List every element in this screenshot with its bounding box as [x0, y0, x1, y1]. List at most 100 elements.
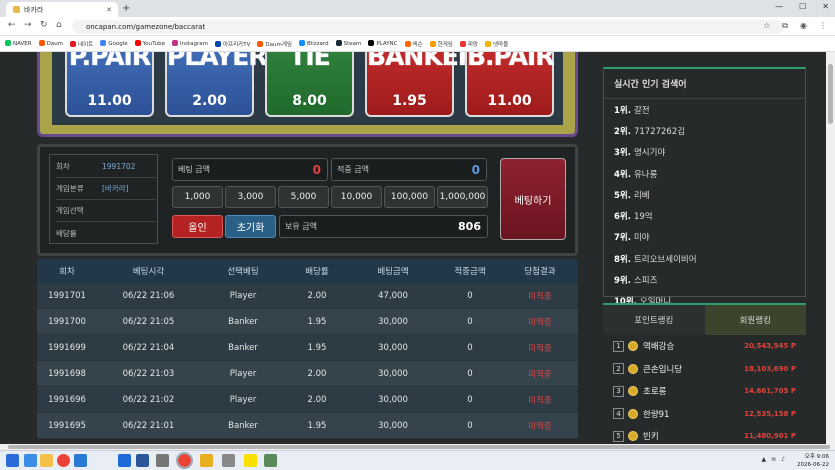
- table-cell: Player: [229, 368, 257, 379]
- ranking-row[interactable]: 4 한량91 12,535,158 P: [603, 403, 806, 426]
- chrome-icon[interactable]: [57, 454, 70, 467]
- scrollbar-thumb[interactable]: [8, 445, 830, 449]
- table-row[interactable]: 1991698 06/22 21:03 Player 2.00 30,000 0 미적중: [37, 361, 578, 387]
- popular-rank: 3위.: [614, 148, 631, 159]
- bet-tie[interactable]: TIE 8.00: [265, 52, 354, 117]
- bookmark-item[interactable]: 넷마블: [484, 40, 508, 48]
- popular-item[interactable]: 7위. 미야: [604, 227, 805, 248]
- new-tab-icon[interactable]: +: [122, 3, 130, 14]
- table-cell: 1991701: [48, 290, 86, 301]
- close-tab-icon[interactable]: ✕: [106, 6, 112, 14]
- bet-banker-pair[interactable]: B.PAIR 11.00: [465, 52, 554, 117]
- popular-item[interactable]: 3위. 명시기야: [604, 142, 805, 163]
- place-bet-button[interactable]: 베팅하기: [500, 158, 566, 240]
- chip-1000000-button[interactable]: 1,000,000: [437, 186, 488, 208]
- popular-item[interactable]: 9위. 스피즈: [604, 269, 805, 290]
- url-field[interactable]: oncapan.com/gamezone/baccarat: [72, 20, 784, 34]
- app-icon[interactable]: [200, 454, 213, 467]
- ranking-row[interactable]: 1 역배강승 20,543,945 P: [603, 335, 806, 358]
- edge-icon[interactable]: [74, 454, 87, 467]
- chrome-active-icon[interactable]: [176, 452, 193, 469]
- bookmark-item[interactable]: Instagram: [172, 40, 208, 47]
- bet-player-pair[interactable]: P.PAIR 11.00: [65, 52, 154, 117]
- bet-banker[interactable]: BANKER 1.95: [365, 52, 477, 117]
- minimize-icon[interactable]: —: [775, 2, 783, 11]
- chip-3000-button[interactable]: 3,000: [225, 186, 276, 208]
- folder-icon[interactable]: [40, 454, 53, 467]
- app-icon[interactable]: [118, 454, 131, 467]
- table-row[interactable]: 1991695 06/22 21:01 Banker 1.95 30,000 0 미적중: [37, 413, 578, 439]
- bookmark-item[interactable]: Google: [100, 40, 128, 47]
- bookmark-item[interactable]: Daum게임: [257, 40, 292, 48]
- table-row[interactable]: 1991696 06/22 21:02 Player 2.00 30,000 0 미적중: [37, 387, 578, 413]
- popular-item[interactable]: 2위. 71727262김: [604, 120, 805, 141]
- app-icon[interactable]: [264, 454, 277, 467]
- chip-100000-button[interactable]: 100,000: [384, 186, 435, 208]
- browser-tab[interactable]: 바카라 ✕: [6, 2, 118, 17]
- star-icon[interactable]: ☆: [763, 21, 770, 31]
- bet-amount-field[interactable]: 베팅 금액 0: [172, 158, 328, 181]
- app-icon[interactable]: [156, 454, 169, 467]
- popular-item[interactable]: 8위. 트리오브세이비어: [604, 248, 805, 269]
- ranking-row[interactable]: 5 빈키 11,480,901 P: [603, 425, 806, 444]
- maximize-icon[interactable]: ☐: [799, 2, 806, 11]
- table-cell: 30,000: [378, 394, 408, 405]
- app-icon[interactable]: [222, 454, 235, 467]
- tab-point-ranking[interactable]: 포인트랭킹: [603, 305, 705, 335]
- reload-icon[interactable]: ↻: [40, 20, 48, 30]
- home-icon[interactable]: ⌂: [56, 20, 62, 30]
- reset-button[interactable]: 초기화: [225, 215, 276, 238]
- bookmark-icon: [459, 40, 466, 47]
- table-cell: 미적중: [528, 343, 552, 354]
- table-row[interactable]: 1991699 06/22 21:04 Banker 1.95 30,000 0 미적중: [37, 335, 578, 361]
- network-icon[interactable]: ≋: [771, 456, 776, 463]
- forward-icon[interactable]: →: [24, 20, 32, 30]
- clock[interactable]: 오후 9:06 2026-06-22: [797, 453, 829, 469]
- ranking-row[interactable]: 3 초로롱 14,661,705 P: [603, 380, 806, 403]
- popular-item[interactable]: 5위. 리베: [604, 184, 805, 205]
- kakao-icon[interactable]: [244, 454, 257, 467]
- menu-icon[interactable]: ⋮: [819, 21, 827, 31]
- table-cell: 2.00: [307, 368, 327, 379]
- tray-icon[interactable]: ▲: [762, 456, 767, 463]
- rate-label: 배당률: [56, 228, 77, 238]
- taskview-icon[interactable]: [24, 454, 37, 467]
- bookmark-item[interactable]: 아프리카TV: [215, 40, 250, 48]
- bookmark-item[interactable]: Daum: [38, 40, 63, 47]
- bookmark-item[interactable]: YouTube: [134, 40, 165, 47]
- popular-item[interactable]: 1위. 갈전: [604, 99, 805, 120]
- bookmark-item[interactable]: 피망: [459, 40, 478, 48]
- allin-button[interactable]: 올인: [172, 215, 223, 238]
- tab-member-ranking[interactable]: 회원랭킹: [704, 305, 806, 335]
- table-row[interactable]: 1991700 06/22 21:05 Banker 1.95 30,000 0 미적중: [37, 309, 578, 335]
- popular-rank: 5위.: [614, 190, 631, 201]
- bookmark-icon: [134, 40, 141, 46]
- volume-icon[interactable]: ♪: [781, 456, 785, 463]
- word-icon[interactable]: [136, 454, 149, 467]
- bookmark-item[interactable]: NAVER: [5, 40, 32, 47]
- vertical-scrollbar[interactable]: [826, 52, 835, 444]
- popular-item[interactable]: 6위. 19억: [604, 205, 805, 226]
- bookmark-item[interactable]: Steam: [335, 40, 361, 47]
- bookmark-item[interactable]: 네이트: [70, 40, 93, 48]
- back-icon[interactable]: ←: [8, 20, 16, 30]
- bookmark-label: PLAYNC: [376, 41, 398, 47]
- start-icon[interactable]: [6, 454, 19, 467]
- table-cell: 06/22 21:02: [122, 394, 175, 405]
- bookmark-item[interactable]: PLAYNC: [368, 40, 398, 47]
- close-window-icon[interactable]: ✕: [822, 2, 829, 11]
- bookmark-item[interactable]: 한게임: [429, 40, 453, 48]
- scrollbar-thumb[interactable]: [828, 64, 833, 124]
- chip-5000-button[interactable]: 5,000: [278, 186, 329, 208]
- bet-player[interactable]: PLAYER 2.00: [165, 52, 268, 117]
- chip-10000-button[interactable]: 10,000: [331, 186, 382, 208]
- chip-1000-button[interactable]: 1,000: [172, 186, 223, 208]
- popular-item[interactable]: 4위. 유나롱: [604, 163, 805, 184]
- table-row[interactable]: 1991701 06/22 21:06 Player 2.00 47,000 0 미적중: [37, 283, 578, 309]
- profile-icon[interactable]: ◉: [800, 21, 807, 31]
- bet-amount-label: 베팅 금액: [178, 165, 210, 174]
- bookmark-item[interactable]: 넥슨: [404, 40, 423, 48]
- extensions-icon[interactable]: ⧉: [782, 21, 788, 31]
- bookmark-item[interactable]: Blizzard: [298, 40, 329, 47]
- ranking-row[interactable]: 2 큰손입니당 18,103,690 P: [603, 358, 806, 381]
